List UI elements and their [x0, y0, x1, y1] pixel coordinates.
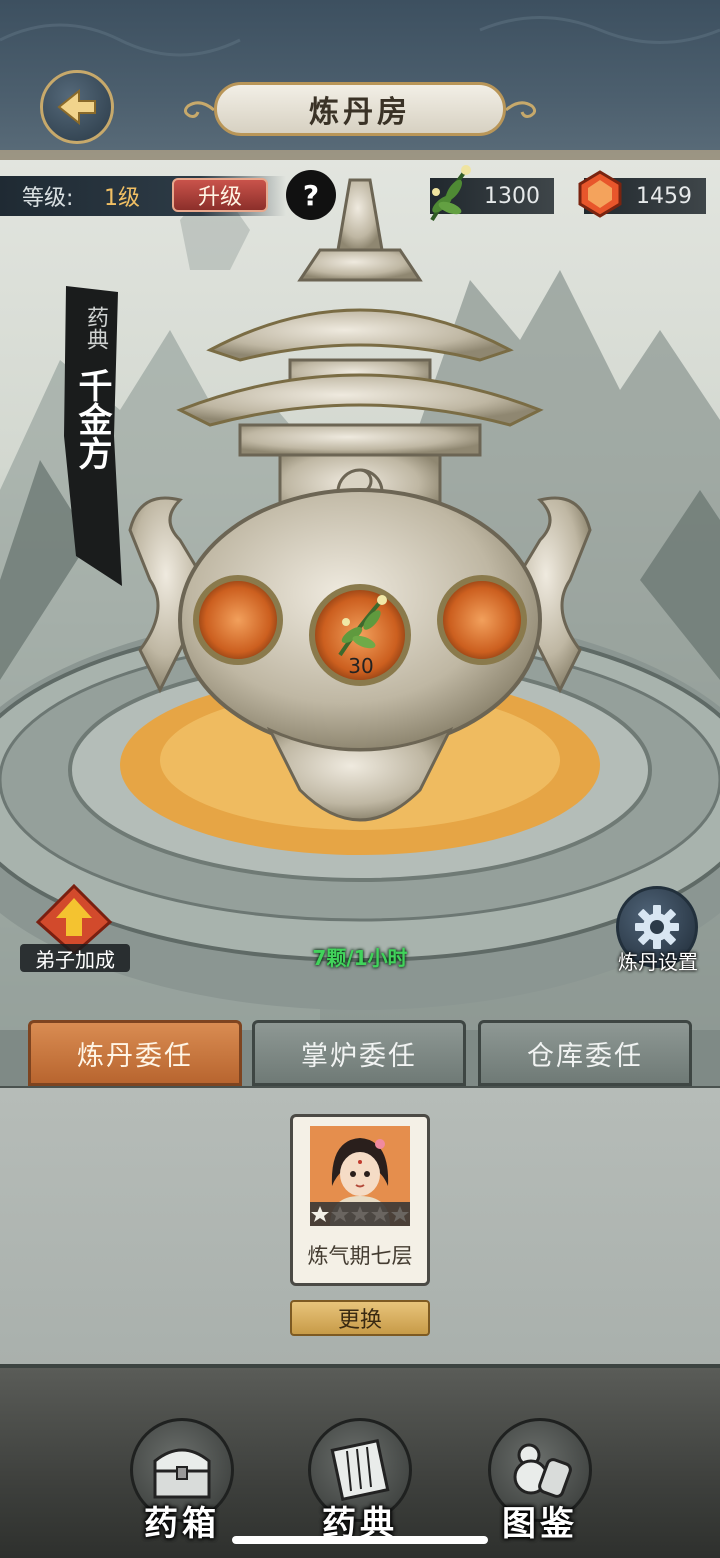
help-button[interactable]: ? [286, 170, 336, 220]
scroll-category-text: 药典 [83, 306, 108, 350]
alchemy-room-screen: 药典 千金方 30 7颗/1小时 弟子加成 炼丹设置 炼丹房 等级: 1级 升级… [0, 0, 720, 1558]
tab-furnace-assignment[interactable]: 掌炉委任 [252, 1020, 466, 1086]
title-ornament-right [505, 101, 537, 118]
spirit-gem-icon [578, 170, 622, 218]
home-indicator[interactable] [232, 1536, 488, 1544]
production-rate-text: 7颗/1小时 [312, 946, 408, 970]
tab-alchemy-assignment[interactable]: 炼丹委任 [28, 1020, 242, 1086]
nav-collection-label: 图鉴 [502, 1504, 578, 1544]
swap-disciple-button[interactable]: 更换 [290, 1300, 430, 1336]
level-label: 等级: [22, 186, 74, 211]
upgrade-button[interactable]: 升级 [172, 178, 268, 212]
top-header [0, 0, 720, 160]
gem-amount: 1459 [636, 183, 692, 209]
page-title: 炼丹房 [214, 82, 506, 136]
disciple-realm: 炼气期七层 [307, 1244, 413, 1268]
alchemy-settings-label: 炼丹设置 [618, 950, 698, 974]
tab-warehouse-assignment[interactable]: 仓库委任 [478, 1020, 692, 1086]
title-ornament-left [183, 101, 215, 118]
gear-icon [635, 905, 679, 949]
nav-medicine-chest-label: 药箱 [144, 1504, 220, 1544]
back-arrow-icon [57, 88, 96, 126]
herb-resource-icon [430, 165, 471, 222]
cloud-pattern [0, 16, 720, 160]
disciple-portrait [310, 1126, 410, 1226]
herb-amount: 1300 [484, 183, 540, 209]
disciple-bonus-label: 弟子加成 [20, 944, 130, 972]
back-button[interactable] [40, 70, 114, 144]
level-value: 1级 [104, 186, 140, 211]
scroll-recipe-name: 千金方 [72, 368, 112, 470]
alchemy-furnace[interactable] [120, 170, 600, 840]
furnace-herb-count: 30 [348, 654, 374, 678]
